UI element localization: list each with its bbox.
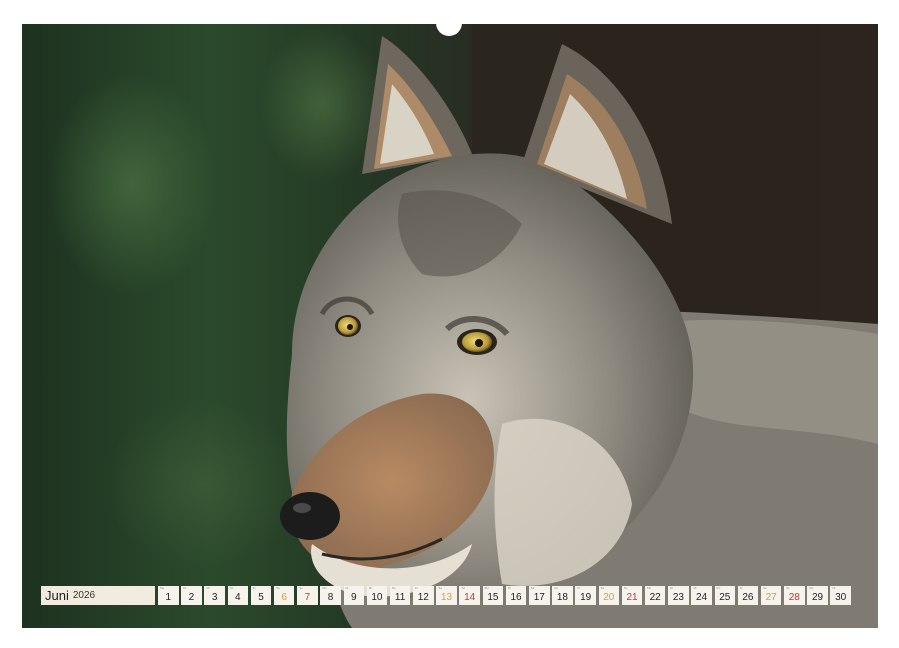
day-number: 22 (650, 591, 661, 605)
day-cell: Mo15 (483, 586, 504, 605)
day-cell: Mo22 (645, 586, 666, 605)
day-cell: Do4 (228, 586, 249, 605)
day-of-week-label: Sa (763, 587, 767, 590)
day-cell: Di9 (344, 586, 365, 605)
wolf-illustration (22, 24, 878, 628)
day-cell: Sa20 (599, 586, 620, 605)
day-cell: Di16 (506, 586, 527, 605)
day-cell: Mo1 (158, 586, 179, 605)
day-number: 25 (719, 591, 730, 605)
day-of-week-label: Do (392, 587, 396, 590)
day-number: 17 (534, 591, 545, 605)
day-number: 27 (766, 591, 777, 605)
day-number: 1 (165, 591, 171, 605)
day-of-week-label: Do (554, 587, 558, 590)
day-cells: Mo1Di2Mi3Do4Fr5Sa6So7Mo8Di9Mi10Do11Fr12S… (158, 586, 851, 605)
day-of-week-label: Mo (160, 587, 164, 590)
day-cell: Mo29 (807, 586, 828, 605)
day-cell: Mo8 (320, 586, 341, 605)
wolf-photo (22, 24, 878, 628)
day-number: 2 (189, 591, 195, 605)
day-of-week-label: Mo (809, 587, 813, 590)
day-cell: Do11 (390, 586, 411, 605)
day-of-week-label: Do (717, 587, 721, 590)
day-number: 28 (789, 591, 800, 605)
day-number: 24 (696, 591, 707, 605)
day-of-week-label: Sa (438, 587, 442, 590)
day-number: 12 (418, 591, 429, 605)
calendar-strip: Juni 2026 Mo1Di2Mi3Do4Fr5Sa6So7Mo8Di9Mi1… (41, 586, 851, 605)
day-cell: So28 (784, 586, 805, 605)
day-number: 21 (626, 591, 637, 605)
day-of-week-label: Mi (693, 587, 696, 590)
day-cell: Sa27 (761, 586, 782, 605)
day-number: 10 (371, 591, 382, 605)
day-of-week-label: Fr (253, 587, 256, 590)
day-number: 3 (212, 591, 218, 605)
day-cell: Fr26 (738, 586, 759, 605)
day-number: 20 (603, 591, 614, 605)
day-number: 29 (812, 591, 823, 605)
day-cell: Fr12 (413, 586, 434, 605)
day-number: 19 (580, 591, 591, 605)
month-name: Juni (45, 588, 69, 603)
day-number: 30 (835, 591, 846, 605)
day-cell: Di30 (830, 586, 851, 605)
day-of-week-label: Di (508, 587, 511, 590)
day-number: 23 (673, 591, 684, 605)
day-of-week-label: Do (230, 587, 234, 590)
day-of-week-label: Di (670, 587, 673, 590)
day-cell: Do18 (552, 586, 573, 605)
day-of-week-label: Mo (322, 587, 326, 590)
day-number: 14 (464, 591, 475, 605)
day-of-week-label: Mi (369, 587, 372, 590)
day-cell: Do25 (715, 586, 736, 605)
day-cell: Sa6 (274, 586, 295, 605)
day-cell: Fr19 (575, 586, 596, 605)
day-cell: Mi10 (367, 586, 388, 605)
day-cell: Mi3 (204, 586, 225, 605)
day-number: 6 (281, 591, 287, 605)
day-of-week-label: Mo (647, 587, 651, 590)
day-cell: Mi24 (691, 586, 712, 605)
day-of-week-label: Di (832, 587, 835, 590)
day-of-week-label: Di (183, 587, 186, 590)
day-cell: Mi17 (529, 586, 550, 605)
day-of-week-label: Fr (577, 587, 580, 590)
day-cell: Sa13 (436, 586, 457, 605)
day-number: 7 (305, 591, 311, 605)
day-of-week-label: So (786, 587, 790, 590)
day-of-week-label: Sa (276, 587, 280, 590)
day-of-week-label: Di (346, 587, 349, 590)
day-of-week-label: Mi (531, 587, 534, 590)
day-of-week-label: Fr (740, 587, 743, 590)
day-cell: So7 (297, 586, 318, 605)
day-number: 4 (235, 591, 241, 605)
day-number: 8 (328, 591, 334, 605)
day-cell: Di2 (181, 586, 202, 605)
day-of-week-label: So (299, 587, 303, 590)
day-number: 26 (742, 591, 753, 605)
day-of-week-label: So (624, 587, 628, 590)
wolf-nose (280, 492, 340, 540)
day-of-week-label: So (461, 587, 465, 590)
day-number: 13 (441, 591, 452, 605)
month-label: Juni 2026 (41, 586, 155, 605)
day-number: 9 (351, 591, 357, 605)
day-of-week-label: Fr (415, 587, 418, 590)
day-cell: Di23 (668, 586, 689, 605)
day-of-week-label: Sa (601, 587, 605, 590)
day-number: 5 (258, 591, 264, 605)
day-of-week-label: Mo (485, 587, 489, 590)
day-cell: So14 (459, 586, 480, 605)
day-number: 18 (557, 591, 568, 605)
day-number: 11 (395, 591, 405, 605)
day-cell: So21 (622, 586, 643, 605)
hanger-hole (436, 10, 462, 36)
day-number: 16 (511, 591, 522, 605)
day-number: 15 (487, 591, 498, 605)
day-cell: Fr5 (251, 586, 272, 605)
day-of-week-label: Mi (206, 587, 209, 590)
month-year: 2026 (73, 590, 95, 601)
